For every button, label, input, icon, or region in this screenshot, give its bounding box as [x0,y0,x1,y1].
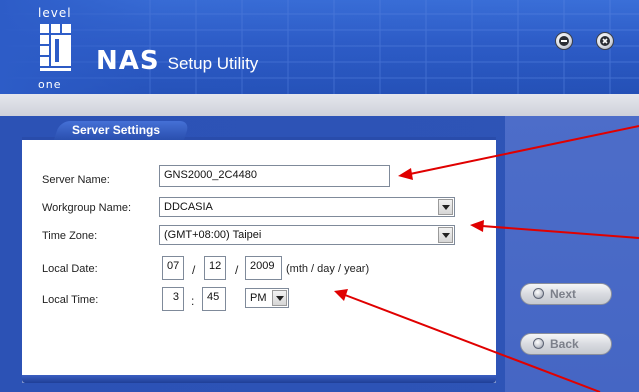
time-minute-input[interactable]: 45 [202,287,226,311]
logo-mark-icon [40,24,71,71]
time-hour-input[interactable]: 3 [162,287,184,311]
server-name-input[interactable]: GNS2000_2C4480 [159,165,390,187]
tab-server-settings-label: Server Settings [72,123,161,137]
time-zone-value: (GMT+08:00) Taipei [164,229,262,241]
local-time-label: Local Time: [42,294,99,306]
date-month-input[interactable]: 07 [162,256,184,280]
local-date-label: Local Date: [42,263,98,275]
panel-bottom-bar [22,375,496,383]
header-banner: level one NAS Setup Utility [0,0,639,94]
chevron-down-icon[interactable] [438,227,453,243]
next-button-label: Next [550,287,577,301]
logo-bottom-text: one [38,78,62,91]
server-name-label: Server Name: [42,174,110,186]
logo-top-text: level [38,6,72,20]
x-circle-icon [600,36,610,46]
app-title: NAS Setup Utility [96,46,258,76]
levelone-logo: level one [38,6,90,91]
date-format-hint: (mth / day / year) [286,263,370,275]
minimize-button[interactable] [555,32,573,50]
chevron-down-icon[interactable] [272,290,287,306]
minus-circle-icon [559,36,569,46]
workgroup-name-select[interactable]: DDCASIA [159,197,455,217]
back-button[interactable]: Back [520,333,612,355]
date-year-input[interactable]: 2009 [245,256,282,280]
date-separator: / [192,263,196,277]
close-button[interactable] [596,32,614,50]
next-button[interactable]: Next [520,283,612,305]
setup-window: level one NAS Setup Utility Server Setti… [0,0,639,392]
radio-dot-icon [533,338,544,349]
time-zone-select[interactable]: (GMT+08:00) Taipei [159,225,455,245]
workgroup-name-value: DDCASIA [164,201,213,213]
ampm-select[interactable]: PM [245,288,289,308]
app-title-brand: NAS [96,46,160,76]
header-separator [0,94,639,116]
date-separator: / [235,263,239,277]
time-separator: : [191,294,195,308]
radio-dot-icon [533,288,544,299]
ampm-value: PM [250,292,267,304]
app-title-rest: Setup Utility [167,54,259,73]
chevron-down-icon[interactable] [438,199,453,215]
workgroup-name-label: Workgroup Name: [42,202,132,214]
date-day-input[interactable]: 12 [204,256,226,280]
time-zone-label: Time Zone: [42,230,98,242]
back-button-label: Back [550,337,579,351]
